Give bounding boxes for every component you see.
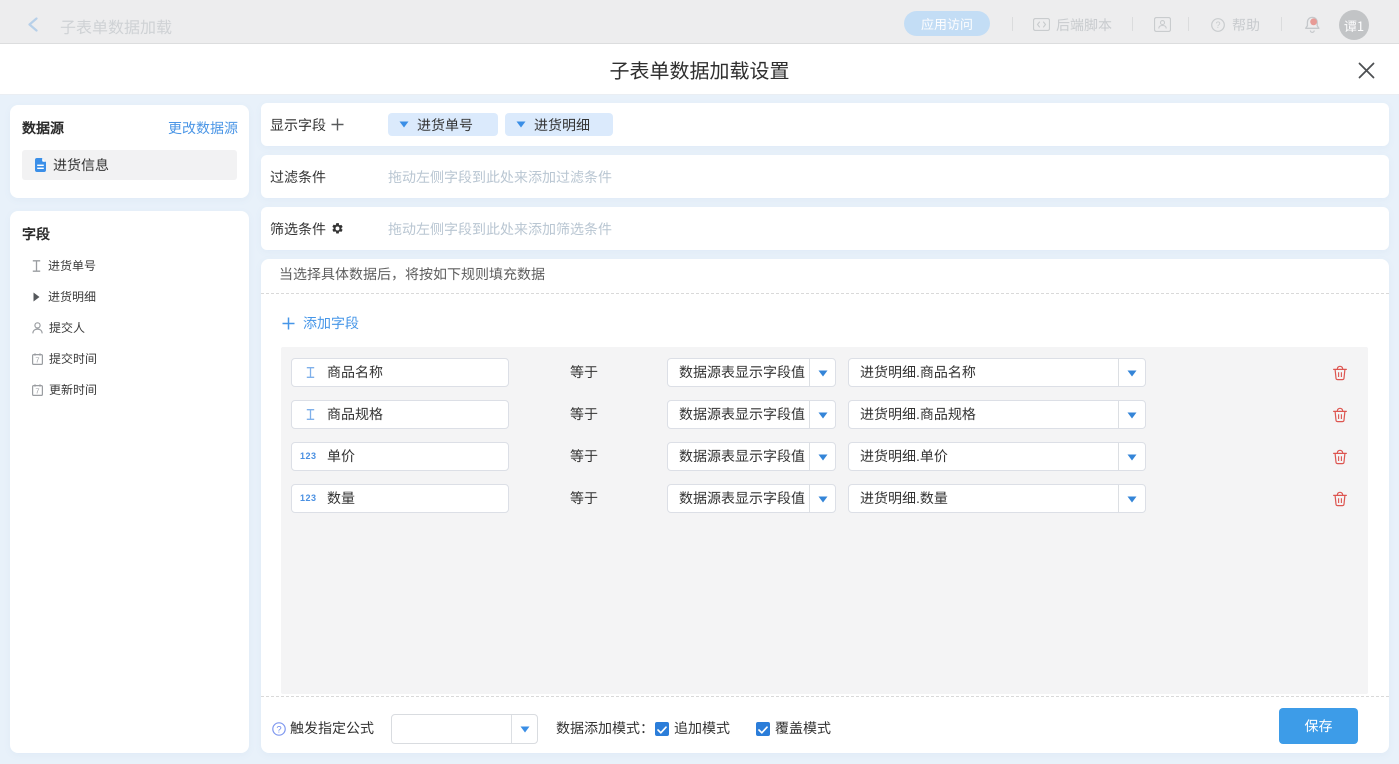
svg-text:?: ?: [1215, 20, 1220, 30]
svg-text:?: ?: [276, 724, 281, 735]
svg-text:7: 7: [35, 355, 39, 364]
svg-text:7: 7: [35, 386, 39, 395]
